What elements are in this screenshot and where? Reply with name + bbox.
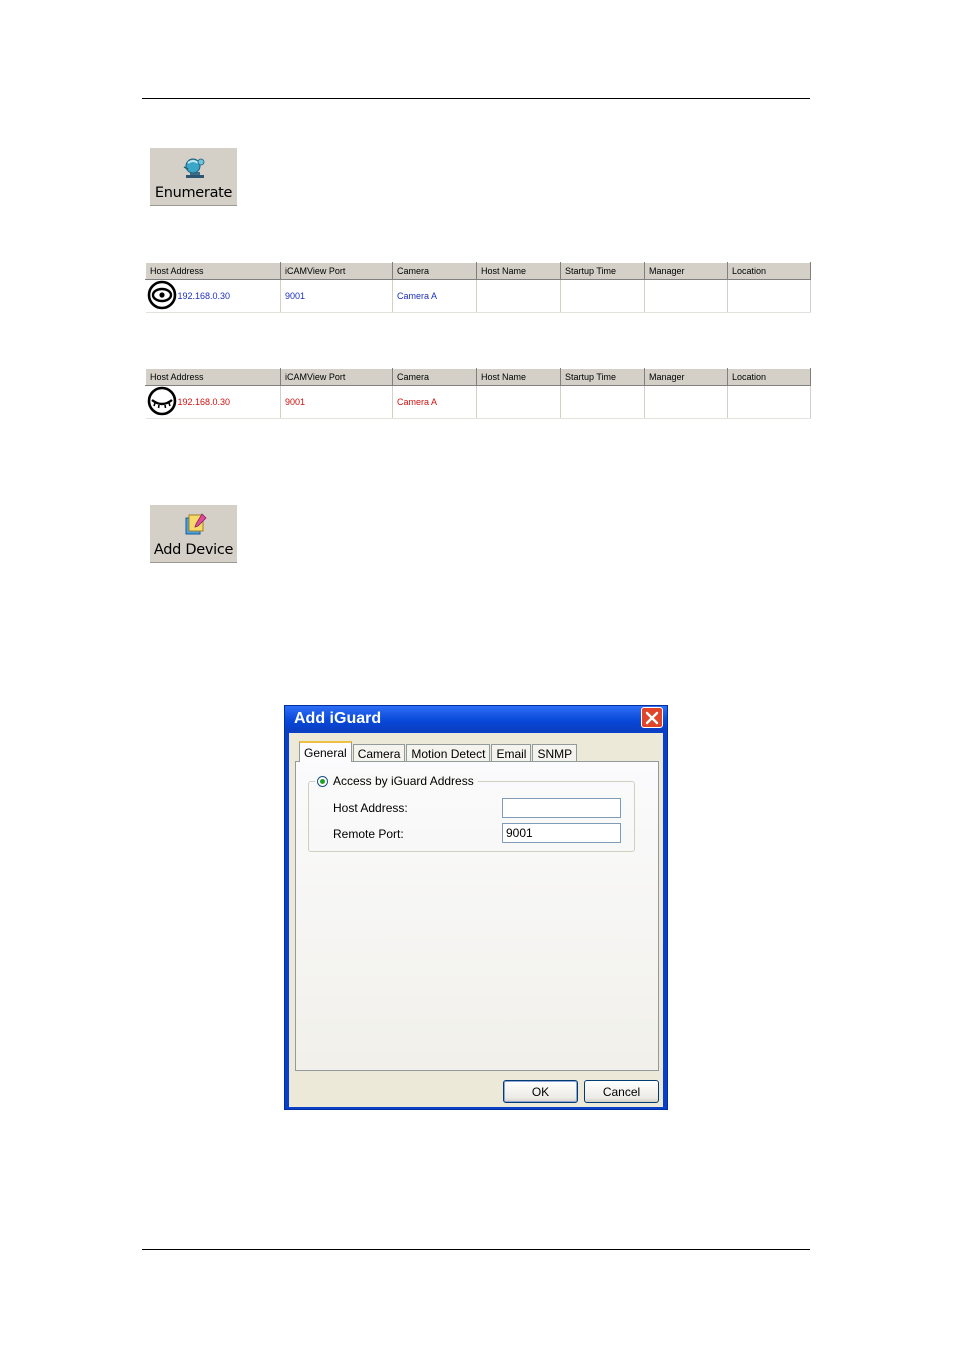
manager-cell <box>644 385 728 419</box>
close-icon <box>645 711 659 724</box>
cancel-button[interactable]: Cancel <box>584 1080 659 1103</box>
column-header-startup-time[interactable]: Startup Time <box>560 368 645 386</box>
column-header-icamview-port[interactable]: iCAMView Port <box>280 368 393 386</box>
dialog-client-area: General Camera Motion Detect Email SNMP … <box>289 733 663 1107</box>
column-header-camera[interactable]: Camera <box>392 368 477 386</box>
host-address-cell: 192.168.0.30 <box>177 291 231 301</box>
enumerate-button[interactable]: Enumerate <box>150 148 237 206</box>
column-header-startup-time[interactable]: Startup Time <box>560 262 645 280</box>
header-rule <box>142 98 810 99</box>
tab-general[interactable]: General <box>299 741 352 762</box>
device-table-offline: Host Address iCAMView Port Camera Host N… <box>145 368 811 419</box>
startup-time-cell <box>560 279 645 313</box>
table-row[interactable]: 192.168.0.30 9001 Camera A <box>145 385 811 419</box>
manager-cell <box>644 279 728 313</box>
column-header-manager[interactable]: Manager <box>644 262 728 280</box>
access-by-address-radio[interactable]: Access by iGuard Address <box>315 774 478 788</box>
add-device-label: Add Device <box>153 542 234 558</box>
camera-cell: Camera A <box>392 385 477 419</box>
host-address-label: Host Address: <box>333 801 408 815</box>
column-header-location[interactable]: Location <box>727 368 811 386</box>
location-cell <box>727 385 811 419</box>
device-table-online: Host Address iCAMView Port Camera Host N… <box>145 262 811 313</box>
column-header-host-name[interactable]: Host Name <box>476 262 561 280</box>
remote-port-label: Remote Port: <box>333 827 404 841</box>
column-header-host-address[interactable]: Host Address <box>145 368 281 386</box>
tab-camera[interactable]: Camera <box>352 744 406 762</box>
enumerate-label: Enumerate <box>154 185 233 201</box>
address-groupbox: Access by iGuard Address Host Address: R… <box>308 774 635 852</box>
tab-snmp[interactable]: SNMP <box>532 744 578 762</box>
remote-port-input[interactable] <box>502 823 621 843</box>
location-cell <box>727 279 811 313</box>
column-header-host-name[interactable]: Host Name <box>476 368 561 386</box>
column-header-host-address[interactable]: Host Address <box>145 262 281 280</box>
column-header-icamview-port[interactable]: iCAMView Port <box>280 262 393 280</box>
column-header-camera[interactable]: Camera <box>392 262 477 280</box>
radio-selected-icon <box>317 775 328 787</box>
column-header-manager[interactable]: Manager <box>644 368 728 386</box>
ok-button[interactable]: OK <box>503 1080 578 1103</box>
table-header-row: Host Address iCAMView Port Camera Host N… <box>145 262 811 280</box>
footer-rule <box>142 1249 810 1250</box>
table-row[interactable]: 192.168.0.30 9001 Camera A <box>145 279 811 313</box>
table-header-row: Host Address iCAMView Port Camera Host N… <box>145 368 811 386</box>
host-name-cell <box>476 279 561 313</box>
host-address-input[interactable] <box>502 798 621 818</box>
port-cell: 9001 <box>280 385 393 419</box>
tab-motion-detect[interactable]: Motion Detect <box>406 744 491 762</box>
camera-cell: Camera A <box>392 279 477 313</box>
dialog-title: Add iGuard <box>294 710 382 727</box>
host-address-cell: 192.168.0.30 <box>177 397 231 407</box>
online-eye-icon <box>146 280 178 312</box>
startup-time-cell <box>560 385 645 419</box>
general-tab-panel: Access by iGuard Address Host Address: R… <box>295 761 659 1071</box>
add-iguard-dialog: Add iGuard General Camera Motion Detect … <box>284 705 668 1110</box>
column-header-location[interactable]: Location <box>727 262 811 280</box>
access-by-address-label: Access by iGuard Address <box>333 774 474 788</box>
close-button[interactable] <box>641 707 663 728</box>
network-scan-icon <box>180 157 208 184</box>
tab-email[interactable]: Email <box>491 744 532 762</box>
add-device-button[interactable]: Add Device <box>150 505 237 563</box>
port-cell: 9001 <box>280 279 393 313</box>
tab-strip: General Camera Motion Detect Email SNMP <box>299 741 578 762</box>
host-name-cell <box>476 385 561 419</box>
offline-closed-eye-icon <box>146 386 178 418</box>
add-device-icon <box>180 512 208 541</box>
dialog-titlebar[interactable]: Add iGuard <box>285 706 667 731</box>
